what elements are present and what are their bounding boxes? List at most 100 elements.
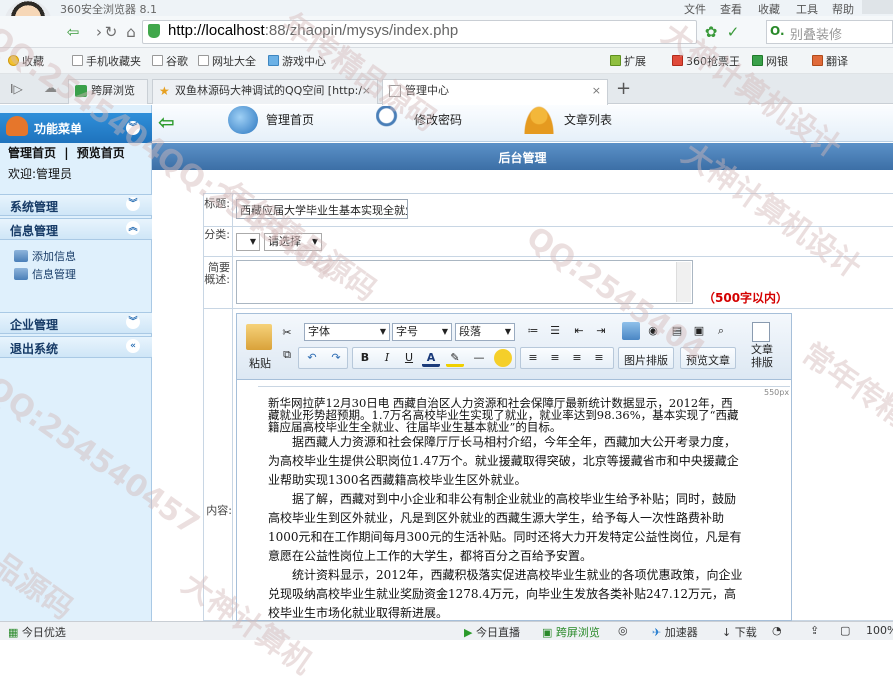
chevron-down-icon[interactable]: ︾ bbox=[126, 197, 140, 211]
bookmark-favorites[interactable]: 收藏 bbox=[8, 53, 44, 69]
status-download[interactable]: ↓ 下载 bbox=[722, 624, 757, 640]
summary-textarea[interactable] bbox=[236, 260, 693, 304]
topnav-article-list[interactable]: 文章列表 bbox=[564, 111, 612, 128]
search-engine-icon[interactable]: O. bbox=[770, 24, 785, 38]
back-arrow-icon[interactable]: ⇦ bbox=[158, 110, 175, 134]
table-icon[interactable]: ▤ bbox=[668, 322, 686, 340]
indent-icon[interactable]: ⇥ bbox=[592, 322, 610, 340]
bold-icon[interactable]: B bbox=[356, 349, 374, 367]
menu-tools[interactable]: 工具 bbox=[796, 1, 818, 17]
admin-home-link[interactable]: 管理首页 bbox=[8, 146, 56, 160]
content-paragraph: 统计资料显示，2012年，西藏积极落实促进高校毕业生就业的各项优惠政策，向企业兑… bbox=[268, 568, 743, 620]
status-window-icon[interactable]: ▢ bbox=[840, 624, 850, 637]
status-camera-icon[interactable]: ◎ bbox=[618, 624, 628, 637]
new-tab-button[interactable]: + bbox=[616, 78, 631, 99]
copy-icon[interactable]: ⧉ bbox=[278, 346, 296, 364]
chevron-down-icon[interactable]: ︾ bbox=[126, 315, 140, 329]
align-center-icon[interactable]: ≡ bbox=[546, 349, 564, 367]
ordered-list-icon[interactable]: ≔ bbox=[524, 322, 542, 340]
status-accelerator[interactable]: ✈ 加速器 bbox=[652, 624, 698, 640]
paragraph-select[interactable]: 段落 ▼ bbox=[455, 323, 515, 341]
paste-icon[interactable] bbox=[246, 324, 272, 350]
status-zoom[interactable]: 100% bbox=[866, 624, 893, 637]
topnav-admin-home[interactable]: 管理首页 bbox=[266, 111, 314, 128]
sidebar-item-add-info[interactable]: 添加信息 bbox=[14, 248, 76, 264]
security-shield-icon[interactable] bbox=[148, 24, 160, 38]
flash-icon[interactable]: ◉ bbox=[644, 322, 662, 340]
paste-button[interactable]: 粘贴 bbox=[249, 355, 271, 371]
tab-cross-screen[interactable]: 跨屏浏览 bbox=[68, 79, 148, 104]
translate-icon bbox=[812, 55, 823, 66]
chevron-left-icon[interactable]: « bbox=[126, 339, 140, 353]
outdent-icon[interactable]: ⇤ bbox=[570, 322, 588, 340]
user-icon[interactable] bbox=[524, 106, 554, 134]
status-live[interactable]: ▶ 今日直播 bbox=[464, 624, 520, 640]
summary-label: 简要概述: bbox=[204, 261, 230, 286]
close-icon[interactable]: × bbox=[592, 80, 601, 102]
menu-help[interactable]: 帮助 bbox=[832, 1, 854, 17]
tab-qq-space[interactable]: ★ 双鱼林源码大神调试的QQ空间 [http:/× bbox=[152, 79, 378, 104]
status-today-pick[interactable]: ▦ 今日优选 bbox=[8, 624, 66, 640]
compat-mode-icon[interactable]: ✿ bbox=[700, 22, 722, 42]
globe-icon[interactable] bbox=[228, 106, 258, 134]
home-icon[interactable]: ⌂ bbox=[120, 22, 142, 42]
back-icon[interactable]: ⇦ bbox=[62, 22, 84, 42]
cut-icon[interactable]: ✂ bbox=[278, 324, 296, 342]
undo-icon[interactable]: ↶ bbox=[303, 349, 321, 367]
bookmark-mobile[interactable]: 手机收藏夹 bbox=[72, 53, 141, 69]
refresh-icon[interactable]: ↻ bbox=[100, 22, 122, 42]
preview-article-button[interactable]: 预览文章 bbox=[686, 352, 730, 368]
align-left-icon[interactable]: ≡ bbox=[524, 349, 542, 367]
chevron-up-icon[interactable]: ︽ bbox=[126, 221, 140, 235]
tab-admin-center[interactable]: 管理中心 × bbox=[382, 79, 608, 105]
category-select[interactable]: ▼ bbox=[236, 233, 260, 251]
editor-content[interactable]: 新华网拉萨12月30日电 西藏自治区人力资源和社会保障厅最新统计数据显示，201… bbox=[268, 397, 744, 621]
close-icon[interactable]: × bbox=[362, 80, 371, 102]
menu-favorites[interactable]: 收藏 bbox=[758, 1, 780, 17]
browser-status-bar bbox=[0, 621, 893, 640]
menu-file[interactable]: 文件 bbox=[684, 1, 706, 17]
italic-icon[interactable]: I bbox=[378, 349, 396, 367]
status-screenshot-icon[interactable]: ◔ bbox=[772, 624, 782, 637]
redo-icon[interactable]: ↷ bbox=[327, 349, 345, 367]
topnav-change-password[interactable]: 修改密码 bbox=[414, 111, 462, 128]
image-icon[interactable] bbox=[622, 322, 640, 340]
image-layout-button[interactable]: 图片排版 bbox=[624, 352, 668, 368]
align-right-icon[interactable]: ≡ bbox=[568, 349, 586, 367]
font-size-select[interactable]: 字号 ▼ bbox=[392, 323, 452, 341]
cloud-icon[interactable]: ☁ bbox=[44, 81, 57, 96]
bookmark-extensions[interactable]: 扩展 bbox=[610, 53, 646, 69]
chevron-down-icon[interactable]: ︾ bbox=[126, 121, 140, 135]
sidebar-item-manage-info[interactable]: 信息管理 bbox=[14, 266, 76, 282]
speed-icon[interactable]: ✓ bbox=[722, 22, 744, 42]
bookmark-translate[interactable]: 翻译 bbox=[812, 53, 848, 69]
status-share-icon[interactable]: ⇪ bbox=[810, 624, 819, 637]
bookmark-google[interactable]: 谷歌 bbox=[152, 53, 188, 69]
url-text[interactable]: http://localhost:88/zhaopin/mysys/index.… bbox=[168, 22, 458, 39]
status-cross-screen[interactable]: ▣ 跨屏浏览 bbox=[542, 624, 600, 640]
sidebar-toggle-icon[interactable]: I▷ bbox=[10, 82, 23, 96]
bookmark-games[interactable]: 游戏中心 bbox=[268, 53, 326, 69]
underline-icon[interactable]: U bbox=[400, 349, 418, 367]
subcategory-select[interactable]: 请选择 ▼ bbox=[264, 233, 322, 251]
unordered-list-icon[interactable]: ☰ bbox=[546, 322, 564, 340]
font-color-icon[interactable]: A bbox=[422, 349, 440, 367]
magnifier-key-icon[interactable] bbox=[376, 106, 406, 134]
source-icon[interactable]: ▣ bbox=[690, 322, 708, 340]
font-family-select[interactable]: 字体 ▼ bbox=[304, 323, 390, 341]
document-icon[interactable] bbox=[752, 322, 770, 342]
justify-icon[interactable]: ≡ bbox=[590, 349, 608, 367]
title-input[interactable]: 西藏应届大学毕业生基本实现全就业 bbox=[236, 199, 408, 219]
menu-view[interactable]: 查看 bbox=[720, 1, 742, 17]
bookmark-bank[interactable]: 网银 bbox=[752, 53, 788, 69]
window-controls[interactable] bbox=[862, 0, 893, 14]
find-icon[interactable]: ⌕ bbox=[712, 322, 730, 340]
summary-scrollbar[interactable] bbox=[676, 262, 691, 302]
bookmark-tickets[interactable]: 360抢票王 bbox=[672, 53, 740, 69]
highlight-icon[interactable]: ✎ bbox=[446, 349, 464, 367]
horizontal-rule-icon[interactable]: — bbox=[470, 349, 488, 367]
preview-home-link[interactable]: 预览首页 bbox=[77, 146, 125, 160]
article-layout-button[interactable]: 文章排版 bbox=[748, 343, 776, 369]
emoticon-icon[interactable] bbox=[494, 349, 512, 367]
bookmark-hao123[interactable]: 网址大全 bbox=[198, 53, 256, 69]
